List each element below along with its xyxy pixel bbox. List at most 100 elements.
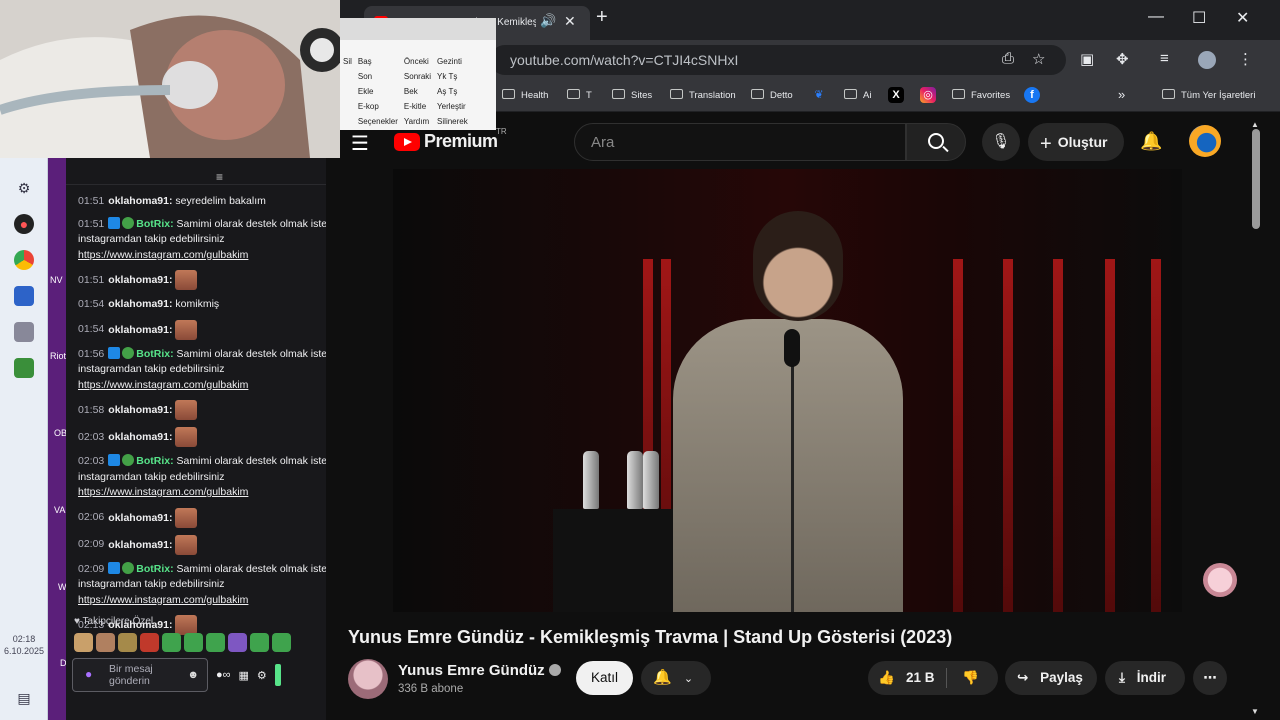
minimize-button[interactable]: — [1148, 8, 1164, 26]
emote-icon[interactable] [250, 633, 269, 652]
message-user[interactable]: oklahoma91: [108, 511, 172, 523]
message-link[interactable]: https://www.instagram.com/gulbakim [78, 379, 248, 391]
speaker-icon[interactable]: 🔊 [540, 13, 556, 29]
more-actions-button[interactable]: ⋯ [1193, 661, 1227, 695]
emote-icon[interactable] [162, 633, 181, 652]
x-twitter-icon[interactable]: X [888, 87, 904, 103]
bookmark-folder-health[interactable]: Health [502, 89, 548, 101]
app-blue-icon[interactable] [14, 286, 34, 306]
maximize-button[interactable]: ☐ [1192, 8, 1206, 28]
download-button[interactable]: ⤓ İndir [1105, 661, 1185, 695]
popup-cell[interactable]: Yk Tş [434, 69, 471, 84]
popup-cell[interactable]: Aş Tş [434, 84, 471, 99]
popup-cell[interactable]: E-kitle [401, 99, 434, 114]
notification-icon[interactable]: ▤ [14, 688, 34, 708]
message-user[interactable]: BotRix: [136, 218, 173, 230]
youtube-premium-logo[interactable]: Premium TR [394, 127, 507, 152]
bookmark-folder-detto[interactable]: Detto [751, 89, 793, 101]
message-user[interactable]: BotRix: [136, 348, 173, 360]
message-link[interactable]: https://www.instagram.com/gulbakim [78, 486, 248, 498]
popup-cell[interactable] [340, 114, 355, 129]
channel-name[interactable]: Yunus Emre Gündüz [398, 662, 561, 679]
bluesky-icon[interactable]: ❦ [811, 87, 827, 103]
message-user[interactable]: oklahoma91: [108, 274, 172, 286]
desktop-label[interactable]: Riot [50, 351, 66, 361]
settings-gear-icon[interactable]: ⚙ [14, 178, 34, 198]
chat-filter-icon[interactable]: ≡ [216, 170, 223, 184]
emote-icon[interactable] [272, 633, 291, 652]
instagram-icon[interactable]: ◎ [920, 87, 936, 103]
emote-icon[interactable] [140, 633, 159, 652]
join-button[interactable]: Katıl [576, 661, 633, 695]
message-link[interactable]: https://www.instagram.com/gulbakim [78, 249, 248, 261]
bookmark-folder-translation[interactable]: Translation [670, 89, 736, 101]
message-user[interactable]: BotRix: [136, 563, 173, 575]
popup-cell[interactable] [340, 84, 355, 99]
message-user[interactable]: BotRix: [136, 455, 173, 467]
bookmark-folder-t[interactable]: T [567, 89, 592, 101]
message-user[interactable]: oklahoma91: [108, 538, 172, 550]
popup-cell[interactable]: Sil [340, 54, 355, 69]
video-player[interactable] [393, 169, 1182, 612]
popup-cell[interactable]: Bek [401, 84, 434, 99]
scroll-up-arrow[interactable]: ▲ [1251, 120, 1259, 129]
popup-cell[interactable]: Sonraki [401, 69, 434, 84]
page-scrollbar-thumb[interactable] [1252, 129, 1260, 229]
share-button[interactable]: ↪ Paylaş [1005, 661, 1097, 695]
message-user[interactable]: oklahoma91: [108, 404, 172, 416]
popup-cell[interactable]: E-kop [355, 99, 401, 114]
emote-icon[interactable] [228, 633, 247, 652]
message-user[interactable]: oklahoma91: [108, 298, 172, 310]
all-bookmarks-folder[interactable]: Tüm Yer İşaretleri [1162, 89, 1255, 101]
voice-search-mic-icon[interactable]: 🎙 [982, 123, 1020, 161]
like-thumb-icon[interactable]: 👍 [878, 661, 895, 695]
popup-cell[interactable]: Son [355, 69, 401, 84]
floating-companion-icon[interactable] [1203, 563, 1237, 597]
emote-icon[interactable] [74, 633, 93, 652]
popup-cell[interactable] [340, 69, 355, 84]
chrome-icon[interactable] [14, 250, 34, 270]
close-window-button[interactable]: ✕ [1236, 8, 1249, 28]
bookmark-star-icon[interactable]: ☆ [1032, 50, 1045, 68]
install-app-icon[interactable]: ⎙ [1002, 50, 1014, 67]
like-count[interactable]: 21 B [906, 661, 935, 695]
extension-icon[interactable]: ▣ [1080, 50, 1094, 68]
community-icon[interactable]: ●∞ [216, 669, 231, 681]
record-app-icon[interactable]: ● [14, 214, 34, 234]
bookmark-folder-sites[interactable]: Sites [612, 89, 652, 101]
app-green-icon[interactable] [14, 358, 34, 378]
bookmark-folder-ai[interactable]: Ai [844, 89, 871, 101]
dislike-thumb-icon[interactable]: 👎 [962, 661, 979, 695]
channel-avatar[interactable] [348, 659, 388, 699]
facebook-icon[interactable]: f [1024, 87, 1040, 103]
app-gray-icon[interactable] [14, 322, 34, 342]
popup-cell[interactable]: Ekle [355, 84, 401, 99]
message-user[interactable]: oklahoma91: [108, 195, 172, 207]
send-button[interactable] [274, 664, 281, 686]
desktop-label[interactable]: VA [54, 505, 65, 515]
popup-cell[interactable]: Baş [355, 54, 401, 69]
popup-cell[interactable]: Yardım [401, 114, 434, 129]
desktop-label[interactable]: NV [50, 275, 63, 285]
message-link[interactable]: https://www.instagram.com/gulbakim [78, 594, 248, 606]
search-input[interactable]: Ara [574, 123, 906, 161]
popup-cell[interactable] [340, 99, 355, 114]
notifications-bell-icon[interactable]: 🔔 [1140, 131, 1162, 152]
popup-cell[interactable]: Silinerek [434, 114, 471, 129]
popup-cell[interactable]: Önceki [401, 54, 434, 69]
popup-cell[interactable]: Seçenekler [355, 114, 401, 129]
profile-avatar[interactable] [1198, 51, 1216, 69]
media-control-icon[interactable]: ≡ [1160, 50, 1169, 67]
emoji-icon[interactable]: ☻ [187, 669, 199, 681]
close-tab-icon[interactable]: ✕ [564, 13, 576, 30]
emote-icon[interactable] [118, 633, 137, 652]
message-user[interactable]: oklahoma91: [108, 431, 172, 443]
popup-cell[interactable]: Gezinti [434, 54, 471, 69]
emote-icon[interactable] [206, 633, 225, 652]
hamburger-menu-icon[interactable]: ☰ [351, 131, 369, 156]
store-icon[interactable]: ▦ [239, 669, 249, 682]
popup-cell[interactable]: Yerleştir [434, 99, 471, 114]
create-button[interactable]: + Oluştur [1028, 123, 1124, 161]
mic-icon[interactable]: ● [85, 668, 92, 680]
emote-icon[interactable] [184, 633, 203, 652]
